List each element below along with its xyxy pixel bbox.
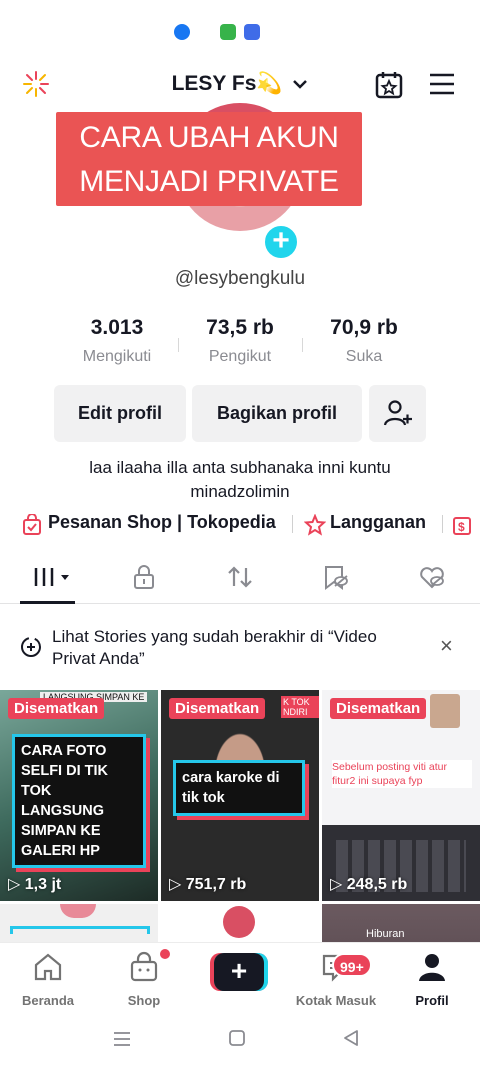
stat-label: Mengikuti: [82, 348, 152, 365]
tab-videos[interactable]: [0, 556, 96, 604]
heart-hidden-icon: [420, 567, 444, 589]
view-count: ▷ 1,3 jt: [8, 876, 62, 893]
video-thumbnail[interactable]: [161, 904, 319, 942]
stat-following[interactable]: 3.013 Mengikuti: [57, 316, 177, 366]
video-thumbnail[interactable]: Hiburan: [322, 904, 480, 942]
home-icon: [34, 953, 62, 981]
share-profile-button[interactable]: Bagikan profil: [192, 385, 362, 442]
video-thumbnail[interactable]: [0, 904, 158, 942]
stat-likes[interactable]: 70,9 rb Suka: [304, 316, 424, 366]
stat-label: Suka: [345, 348, 383, 365]
nav-label: Profil: [415, 993, 449, 1008]
system-nav-bar: [0, 1016, 480, 1066]
shop-icon: [130, 951, 158, 982]
divider: [302, 338, 303, 352]
notification-dot: [160, 949, 170, 959]
pinned-badge: Disematkan: [8, 698, 105, 719]
pinned-badge: Disematkan: [169, 698, 266, 719]
tab-liked[interactable]: [384, 556, 480, 604]
view-count-value: 248,5 rb: [346, 876, 408, 893]
nav-label: Shop: [127, 993, 161, 1008]
username-label: LESY Fs💫: [171, 72, 283, 95]
nav-shop[interactable]: Shop: [96, 949, 192, 1008]
add-friend-button[interactable]: [369, 385, 426, 442]
repost-icon: [228, 566, 252, 588]
divider: [178, 338, 179, 352]
bookmark-hidden-icon: [325, 566, 348, 590]
tab-private[interactable]: [96, 556, 192, 604]
plus-icon: +: [214, 953, 264, 991]
video-caption: Sebelum posting viti atur fitur2 ini sup…: [332, 760, 472, 788]
add-story-button[interactable]: +: [262, 223, 300, 261]
recent-apps-icon[interactable]: [112, 1030, 132, 1048]
stories-add-icon: [21, 637, 41, 657]
subscription-link[interactable]: Langganan: [330, 512, 426, 533]
pinned-badge: Disematkan: [330, 698, 427, 719]
stat-followers[interactable]: 73,5 rb Pengikut: [180, 316, 300, 366]
subscription-star-icon: [304, 514, 326, 536]
view-count: ▷ 751,7 rb: [169, 876, 247, 893]
content-tabs: [0, 556, 480, 604]
profile-handle: @lesybengkulu: [174, 268, 306, 289]
chevron-down-icon: [293, 80, 308, 90]
bottom-nav: Beranda Shop + 99+ Kotak Masuk Profil: [0, 942, 480, 1016]
calendar-star-icon[interactable]: [374, 70, 404, 100]
nav-label: Beranda: [21, 993, 75, 1008]
edit-profile-button[interactable]: Edit profil: [54, 385, 186, 442]
video-top-text: K TOK NDIRI: [281, 696, 319, 718]
phone-clone-icon: [220, 24, 236, 40]
video-thumbnail[interactable]: Disematkan Sebelum posting viti atur fit…: [322, 690, 480, 901]
video-caption: cara karoke di tik tok: [173, 760, 305, 816]
close-icon[interactable]: ×: [440, 633, 453, 659]
video-thumbnail[interactable]: K TOK NDIRI Disematkan cara karoke di ti…: [161, 690, 319, 901]
profile-icon: [419, 954, 445, 981]
profile-links: Pesanan Shop | Tokopedia Langganan $: [0, 512, 480, 538]
shop-bag-icon: [23, 514, 41, 535]
stories-notice-text: Lihat Stories yang sudah berakhir di “Vi…: [52, 627, 377, 668]
back-icon[interactable]: [342, 1029, 360, 1047]
facebook-icon: [174, 24, 190, 40]
divider: [442, 515, 443, 533]
home-square-icon[interactable]: [228, 1029, 246, 1047]
view-count-value: 1,3 jt: [24, 876, 62, 893]
inbox-badge: 99+: [332, 953, 372, 977]
active-tab-indicator: [20, 601, 75, 604]
stat-value: 70,9 rb: [330, 316, 398, 339]
stat-value: 73,5 rb: [206, 316, 274, 339]
bio-text: laa ilaaha illa anta subhanaka inni kunt…: [89, 458, 391, 501]
video-grid: LANGSUNG SIMPAN KE Disematkan CARA FOTO …: [0, 690, 480, 942]
stat-value: 3.013: [90, 316, 144, 339]
grid-icon: [34, 568, 69, 586]
nav-label: Kotak Masuk: [295, 993, 377, 1008]
overlay-banner: CARA UBAH AKUN MENJADI PRIVATE: [56, 112, 362, 206]
stories-notice[interactable]: Lihat Stories yang sudah berakhir di “Vi…: [0, 617, 480, 677]
video-thumbnail[interactable]: LANGSUNG SIMPAN KE Disematkan CARA FOTO …: [0, 690, 158, 901]
thumbnail-portrait: [430, 694, 460, 728]
nav-inbox[interactable]: 99+ Kotak Masuk: [288, 951, 384, 1008]
status-bar: [0, 0, 480, 60]
menu-icon[interactable]: [428, 72, 456, 96]
shop-orders-link[interactable]: Pesanan Shop | Tokopedia: [48, 512, 276, 533]
lock-icon: [134, 565, 154, 589]
video-caption: CARA FOTO SELFI DI TIK TOK LANGSUNG SIMP…: [12, 734, 146, 868]
nav-profile[interactable]: Profil: [384, 951, 480, 1008]
nfc-icon: [244, 24, 260, 40]
add-user-icon: [383, 400, 412, 426]
stat-label: Pengikut: [208, 348, 272, 365]
username-dropdown[interactable]: LESY Fs💫: [0, 72, 480, 96]
coupon-icon[interactable]: $: [452, 514, 474, 536]
tab-saved[interactable]: [288, 556, 384, 604]
view-count-value: 751,7 rb: [185, 876, 247, 893]
nav-home[interactable]: Beranda: [0, 951, 96, 1008]
video-caption: Hiburan: [366, 928, 405, 940]
view-count: ▷ 248,5 rb: [330, 876, 408, 893]
divider: [292, 515, 293, 533]
tab-reposts[interactable]: [192, 556, 288, 604]
svg-text:$: $: [458, 520, 465, 534]
